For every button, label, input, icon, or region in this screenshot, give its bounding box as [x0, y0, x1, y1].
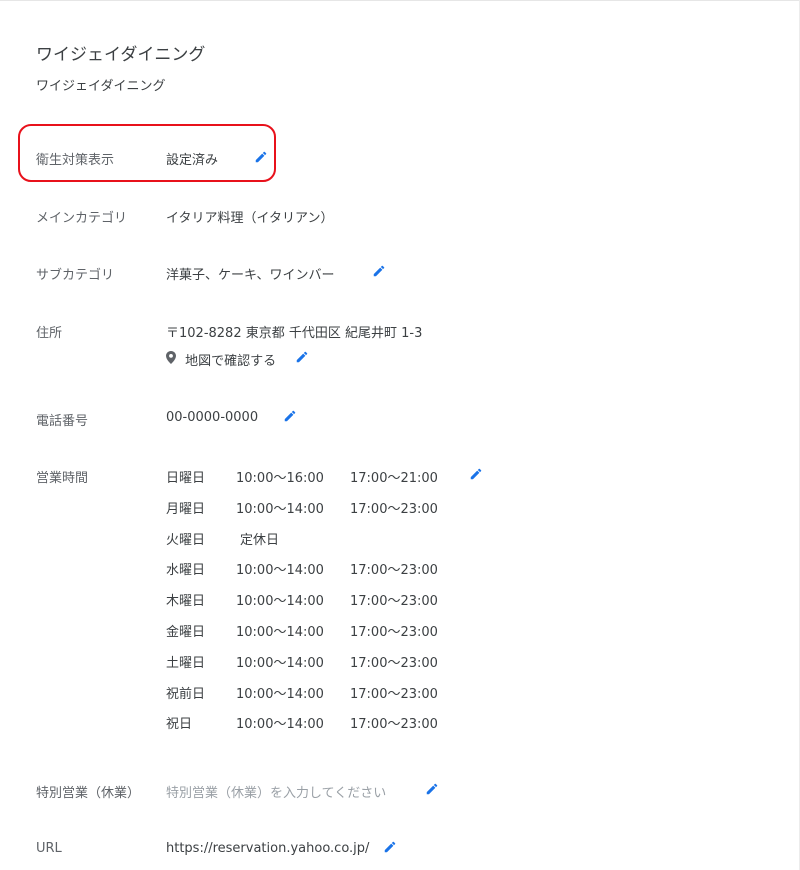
hours-slot1: 10:00〜14:00: [236, 563, 324, 578]
hours-slot1: 10:00〜14:00: [236, 717, 324, 732]
url-edit-pencil-icon[interactable]: [383, 840, 397, 854]
hours-day: 木曜日: [166, 594, 206, 609]
pencil-icon: [296, 351, 308, 363]
hours-day: 火曜日: [166, 533, 206, 548]
top-divider: [0, 0, 800, 1]
hygiene-value: 設定済み: [166, 153, 219, 168]
pencil-icon: [255, 151, 267, 163]
hours-slot1: 定休日: [240, 533, 280, 548]
hours-slot2: 17:00〜23:00: [350, 656, 438, 671]
hours-day: 水曜日: [166, 563, 206, 578]
hours-day: 金曜日: [166, 625, 206, 640]
address-label: 住所: [36, 326, 63, 341]
map-link[interactable]: 地図で確認する: [166, 350, 276, 369]
sub-category-label: サブカテゴリ: [36, 268, 115, 283]
map-pin-icon: [166, 351, 176, 368]
phone-edit-pencil-icon[interactable]: [283, 409, 297, 423]
hours-slot1: 10:00〜14:00: [236, 656, 324, 671]
hours-slot2: 17:00〜23:00: [350, 687, 438, 702]
hours-slot2: 17:00〜23:00: [350, 502, 438, 517]
hours-day: 祝日: [166, 717, 193, 732]
pencil-icon: [384, 841, 396, 853]
phone-label: 電話番号: [36, 414, 89, 429]
hours-slot1: 10:00〜14:00: [236, 594, 324, 609]
hours-slot2: 17:00〜23:00: [350, 594, 438, 609]
hours-slot2: 17:00〜23:00: [350, 625, 438, 640]
hygiene-edit-pencil-icon[interactable]: [254, 150, 268, 164]
pencil-icon: [373, 265, 385, 277]
sub-category-edit-pencil-icon[interactable]: [372, 264, 386, 278]
hours-slot2: 17:00〜23:00: [350, 717, 438, 732]
business-name-title: ワイジェイダイニング: [36, 45, 206, 65]
sub-category-value: 洋菓子、ケーキ、ワインバー: [166, 268, 335, 283]
map-link-label: 地図で確認する: [185, 354, 277, 369]
hours-slot1: 10:00〜14:00: [236, 502, 324, 517]
hours-edit-pencil-icon[interactable]: [469, 467, 483, 481]
url-label: URL: [36, 841, 62, 856]
hours-slot1: 10:00〜14:00: [236, 625, 324, 640]
hours-day: 日曜日: [166, 471, 206, 486]
special-hours-label: 特別営業（休業）: [36, 786, 141, 801]
hours-slot2: 17:00〜21:00: [350, 471, 438, 486]
pencil-icon: [426, 783, 438, 795]
business-name: ワイジェイダイニング: [36, 79, 166, 94]
hours-slot1: 10:00〜14:00: [236, 687, 324, 702]
hours-day: 祝前日: [166, 687, 206, 702]
hours-slot1: 10:00〜16:00: [236, 471, 324, 486]
hours-label: 営業時間: [36, 471, 89, 486]
phone-value: 00-0000-0000: [166, 410, 259, 425]
url-value: https://reservation.yahoo.co.jp/: [166, 841, 370, 856]
special-hours-edit-pencil-icon[interactable]: [425, 782, 439, 796]
address-edit-pencil-icon[interactable]: [295, 350, 309, 364]
hours-day: 土曜日: [166, 656, 206, 671]
hygiene-label: 衛生対策表示: [36, 153, 115, 168]
hours-slot2: 17:00〜23:00: [350, 563, 438, 578]
main-category-value: イタリア料理（イタリアン）: [166, 211, 334, 226]
pencil-icon: [470, 468, 482, 480]
special-hours-placeholder[interactable]: 特別営業（休業）を入力してください: [166, 782, 386, 801]
address-value: 〒102-8282 東京都 千代田区 紀尾井町 1-3: [166, 326, 423, 341]
pencil-icon: [284, 410, 296, 422]
main-category-label: メインカテゴリ: [36, 211, 128, 226]
hours-day: 月曜日: [166, 502, 206, 517]
